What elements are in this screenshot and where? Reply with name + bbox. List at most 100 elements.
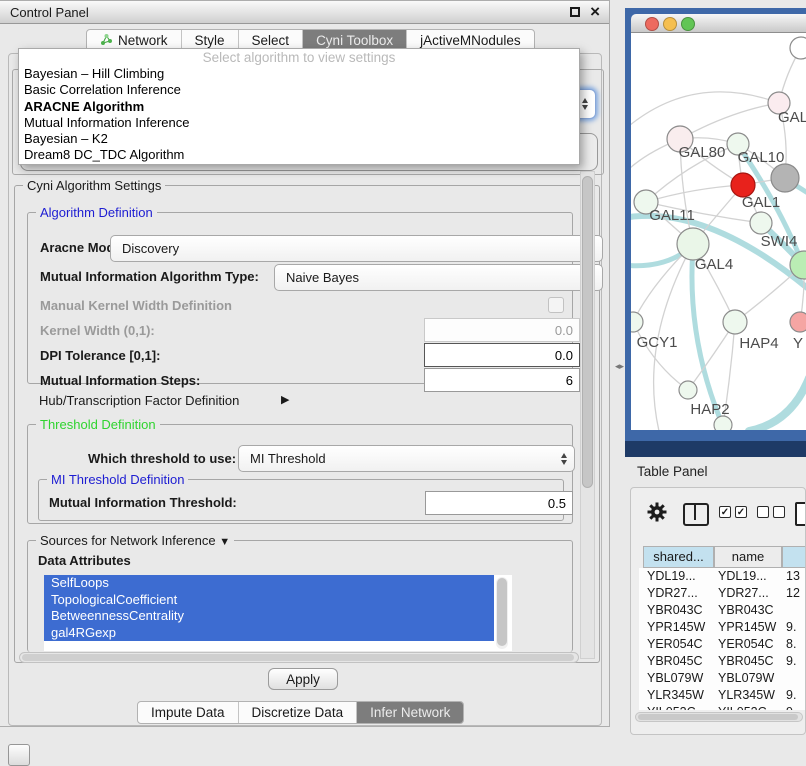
node-bottom[interactable]	[714, 416, 732, 430]
expand-right-icon[interactable]: ▶	[281, 395, 289, 406]
table-cell[interactable]: 9.	[786, 619, 796, 636]
dropdown-item-mutual-information-inference[interactable]: Mutual Information Inference	[19, 115, 579, 131]
data-attributes-list: SelfLoopsTopologicalCoefficientBetweenne…	[44, 575, 512, 651]
table-cell[interactable]: YER054C	[718, 636, 774, 653]
scrollbar-thumb[interactable]	[638, 714, 798, 720]
table-cell[interactable]: YBL079W	[718, 670, 774, 687]
dropdown-item-basic-correlation-inference[interactable]: Basic Correlation Inference	[19, 82, 579, 98]
checked-checkbox-icon: ✓	[735, 506, 747, 518]
gear-icon[interactable]	[647, 502, 667, 527]
table-cell[interactable]: YLR345W	[647, 687, 704, 704]
table-cell[interactable]: YBR045C	[718, 653, 774, 670]
mi-steps-field[interactable]	[424, 368, 580, 392]
table-row[interactable]: YIL052C YIL052C 9	[639, 704, 806, 710]
tab-infer-network[interactable]: Infer Network	[356, 702, 463, 723]
table-cell[interactable]: YDR27...	[647, 585, 698, 602]
table-row[interactable]: YBR045C YBR045C 9.	[639, 653, 806, 670]
which-threshold-combobox[interactable]: MI Threshold	[238, 445, 575, 472]
list-vertical-scrollbar[interactable]	[496, 577, 508, 649]
node-top[interactable]	[790, 37, 806, 59]
table-cell[interactable]: YDL19...	[718, 568, 767, 585]
collapse-down-icon[interactable]: ▼	[219, 536, 230, 548]
scrollbar-thumb[interactable]	[22, 654, 574, 661]
settings-vertical-scrollbar[interactable]	[580, 171, 595, 659]
traffic-light-zoom[interactable]	[681, 17, 695, 31]
table-cell[interactable]: YBR043C	[647, 602, 703, 619]
table-cell[interactable]: YPR145W	[647, 619, 705, 636]
list-item-topologicalcoefficient[interactable]: TopologicalCoefficient	[44, 592, 494, 609]
table-row[interactable]: YLR345W YLR345W 9.	[639, 687, 806, 704]
table-cell[interactable]: YDR27...	[718, 585, 769, 602]
tab-label: Network	[118, 33, 168, 48]
table-cell[interactable]: YBR045C	[647, 653, 703, 670]
table-cell[interactable]: 13	[786, 568, 800, 585]
list-item-betweennesscentrality[interactable]: BetweennessCentrality	[44, 608, 494, 625]
minimized-panel-icon[interactable]	[8, 744, 30, 766]
dropdown-item-bayesian-k2[interactable]: Bayesian – K2	[19, 131, 579, 147]
clear-selection-checkboxes-icon[interactable]	[757, 506, 789, 524]
hub-definition-label[interactable]: Hub/Transcription Factor Definition	[39, 393, 239, 408]
node-swi4[interactable]	[750, 212, 772, 234]
close-icon[interactable]: ×	[590, 2, 600, 22]
tab-label: Select	[252, 33, 290, 48]
resize-cursor-icon: ◂▸	[615, 362, 625, 372]
apply-button[interactable]: Apply	[268, 668, 338, 690]
column-header-name[interactable]: name	[714, 546, 782, 568]
table-cell[interactable]: YIL052C	[647, 704, 696, 710]
dropdown-item-bayesian-hill-climbing[interactable]: Bayesian – Hill Climbing	[19, 66, 579, 82]
dpi-tolerance-field[interactable]	[424, 343, 580, 367]
select-all-checkboxes-icon[interactable]: ✓✓	[719, 506, 751, 524]
manual-kernel-label: Manual Kernel Width Definition	[40, 298, 232, 313]
column-header-cut[interactable]	[782, 546, 806, 568]
list-item-gal4rgexp[interactable]: gal4RGexp	[44, 625, 494, 642]
table-cell[interactable]: 9.	[786, 653, 796, 670]
settings-horizontal-scrollbar[interactable]	[19, 652, 579, 663]
kernel-width-field	[424, 318, 580, 342]
algorithm-definition-group: Algorithm Definition Aracne Mode: Discov…	[27, 212, 573, 384]
table-cell[interactable]: 12	[786, 585, 800, 602]
node-gcy1[interactable]	[631, 312, 643, 332]
dropdown-item-dream8-dc-tdc-algorithm[interactable]: Dream8 DC_TDC Algorithm	[19, 147, 579, 163]
table-row[interactable]: YER054C YER054C 8.	[639, 636, 806, 653]
mi-threshold-field[interactable]	[425, 491, 573, 515]
mi-type-combobox[interactable]: Naive Bayes	[274, 264, 603, 291]
tab-impute-data[interactable]: Impute Data	[138, 702, 238, 723]
dropdown-item-aracne-algorithm[interactable]: ARACNE Algorithm	[19, 99, 579, 115]
table-horizontal-scrollbar[interactable]	[635, 712, 803, 722]
node-hap4[interactable]	[723, 310, 747, 334]
table-cell[interactable]: 8.	[786, 636, 796, 653]
table-cell[interactable]: 9	[786, 704, 793, 710]
table-row[interactable]: YBR043C YBR043C	[639, 602, 806, 619]
table-cell[interactable]: YER054C	[647, 636, 703, 653]
table-row[interactable]: YDR27... YDR27... 12	[639, 585, 806, 602]
network-edge	[749, 378, 806, 430]
table-cell[interactable]: YPR145W	[718, 619, 776, 636]
table-cell[interactable]: YBL079W	[647, 670, 703, 687]
table-row[interactable]: YDL19... YDL19... 13	[639, 568, 806, 585]
table-cell[interactable]: 9.	[786, 687, 796, 704]
list-item-selfloops[interactable]: SelfLoops	[44, 575, 494, 592]
node-hap2[interactable]	[679, 381, 697, 399]
column-header-shared[interactable]: shared...	[643, 546, 714, 568]
mi-type-label: Mutual Information Algorithm Type:	[40, 269, 259, 284]
table-row[interactable]: YPR145W YPR145W 9.	[639, 619, 806, 636]
tab-label: Cyni Toolbox	[316, 33, 393, 48]
aracne-mode-combobox[interactable]: Discovery	[110, 235, 603, 262]
tab-discretize-data[interactable]: Discretize Data	[238, 702, 357, 723]
float-window-icon[interactable]	[570, 7, 580, 17]
table-row[interactable]: YBL079W YBL079W	[639, 670, 806, 687]
scrollbar-thumb[interactable]	[497, 578, 507, 646]
table-rows: YDL19...YDL19...13YDR27...YDR27...12YBR0…	[639, 568, 806, 710]
document-icon[interactable]	[795, 502, 806, 526]
table-cell[interactable]: YIL052C	[718, 704, 767, 710]
network-canvas[interactable]: GALGAL80GAL10GAL1GAL11SWI4GAL4GCY1HAP4YH…	[631, 33, 806, 430]
column-split-icon[interactable]	[683, 503, 709, 526]
table-cell[interactable]: YBR043C	[718, 602, 774, 619]
table-cell[interactable]: YLR345W	[718, 687, 775, 704]
node-y-partial[interactable]	[790, 312, 806, 332]
table-cell[interactable]: YDL19...	[647, 568, 696, 585]
scrollbar-thumb[interactable]	[582, 176, 593, 488]
node-gray[interactable]	[771, 164, 799, 192]
traffic-light-minimize[interactable]	[663, 17, 677, 31]
traffic-light-close[interactable]	[645, 17, 659, 31]
